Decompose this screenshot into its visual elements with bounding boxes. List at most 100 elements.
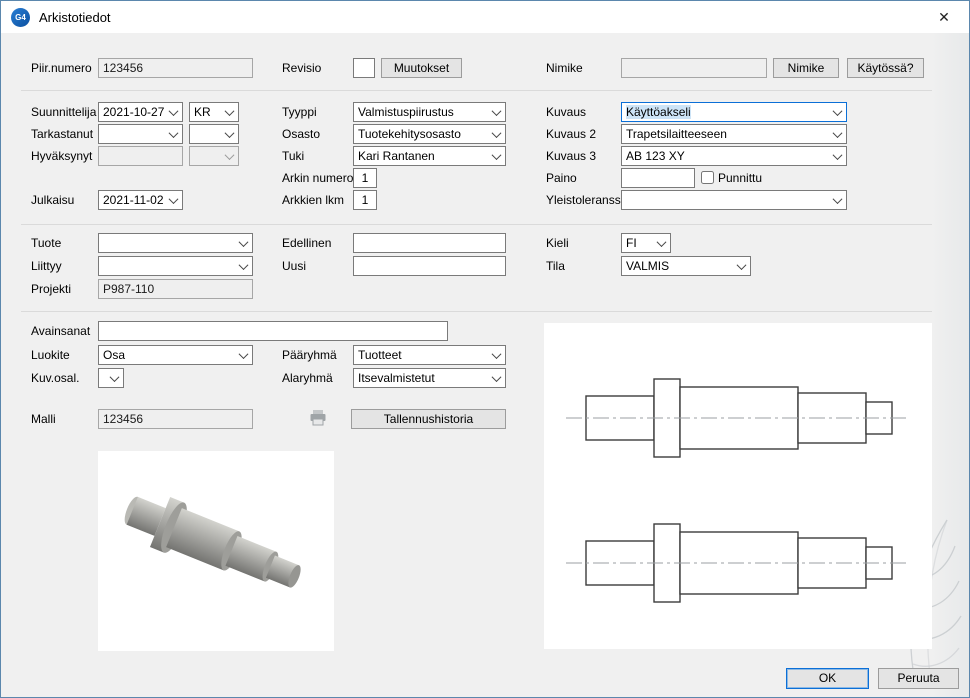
liittyy-combobox[interactable] — [98, 256, 253, 276]
chevron-down-icon — [829, 103, 846, 121]
luokite-label: Luokite — [31, 345, 70, 365]
tuote-label: Tuote — [31, 233, 61, 253]
chevron-down-icon — [165, 103, 182, 121]
muutokset-button[interactable]: Muutokset — [381, 58, 462, 78]
combobox-value: 2021-10-27 — [99, 103, 165, 121]
combobox-value-selected: Käyttöakseli — [626, 105, 691, 119]
nimike-label: Nimike — [546, 58, 583, 78]
kuvaus-label: Kuvaus — [546, 102, 586, 122]
chevron-down-icon — [488, 125, 505, 143]
separator — [21, 311, 932, 312]
tarkastanut-sig-combobox[interactable] — [189, 124, 239, 144]
combobox-value: Kari Rantanen — [354, 147, 488, 165]
paino-label: Paino — [546, 168, 577, 188]
tuote-combobox[interactable] — [98, 233, 253, 253]
kaytossa-button[interactable]: Käytössä? — [847, 58, 924, 78]
drawing-2d-preview — [544, 323, 932, 649]
piir-numero-field: 123456 — [98, 58, 253, 78]
combobox-value: Tuotteet — [354, 346, 488, 364]
tallennushistoria-button[interactable]: Tallennushistoria — [351, 409, 506, 429]
combobox-value: KR — [190, 103, 221, 121]
tarkastanut-label: Tarkastanut — [31, 124, 93, 144]
hyvaksynyt-date-field — [98, 146, 183, 166]
tuki-label: Tuki — [282, 146, 304, 166]
revisio-input[interactable] — [353, 58, 375, 78]
chevron-down-icon — [235, 234, 252, 252]
arkin-numero-label: Arkin numero — [282, 168, 353, 188]
ok-button[interactable]: OK — [786, 668, 869, 689]
kuv-osal-combobox[interactable] — [98, 368, 124, 388]
tila-label: Tila — [546, 256, 565, 276]
cancel-button[interactable]: Peruuta — [878, 668, 959, 689]
osasto-combobox[interactable]: Tuotekehitysosasto — [353, 124, 506, 144]
arkkien-lkm-input[interactable] — [353, 190, 377, 210]
avainsanat-label: Avainsanat — [31, 321, 90, 341]
suunnittelija-date-combobox[interactable]: 2021-10-27 — [98, 102, 183, 122]
chevron-down-icon — [829, 125, 846, 143]
kuvaus-combobox[interactable]: Käyttöakseli — [621, 102, 847, 122]
edellinen-label: Edellinen — [282, 233, 331, 253]
uusi-input[interactable] — [353, 256, 506, 276]
kuvaus2-combobox[interactable]: Trapetsilaitteeseen — [621, 124, 847, 144]
malli-label: Malli — [31, 409, 56, 429]
luokite-combobox[interactable]: Osa — [98, 345, 253, 365]
malli-field: 123456 — [98, 409, 253, 429]
chevron-down-icon — [235, 257, 252, 275]
print-icon[interactable] — [307, 407, 329, 429]
chevron-down-icon — [488, 346, 505, 364]
tuki-combobox[interactable]: Kari Rantanen — [353, 146, 506, 166]
avainsanat-input[interactable] — [98, 321, 448, 341]
kuvaus2-label: Kuvaus 2 — [546, 124, 596, 144]
projekti-label: Projekti — [31, 279, 71, 299]
combobox-value: FI — [622, 234, 653, 252]
chevron-down-icon — [829, 147, 846, 165]
window-title: Arkistotiedot — [39, 10, 111, 25]
close-icon[interactable]: ✕ — [929, 6, 959, 28]
paaryhma-combobox[interactable]: Tuotteet — [353, 345, 506, 365]
julkaisu-date-combobox[interactable]: 2021-11-02 — [98, 190, 183, 210]
model-3d-preview — [98, 451, 334, 651]
combobox-value: VALMIS — [622, 257, 733, 275]
suunnittelija-sig-combobox[interactable]: KR — [189, 102, 239, 122]
paino-input[interactable] — [621, 168, 695, 188]
chevron-down-icon — [733, 257, 750, 275]
chevron-down-icon — [165, 125, 182, 143]
nimike-button[interactable]: Nimike — [773, 58, 839, 78]
yleistoleranssi-combobox[interactable] — [621, 190, 847, 210]
julkaisu-label: Julkaisu — [31, 190, 74, 210]
combobox-value: AB 123 XY — [622, 147, 829, 165]
alaryhma-combobox[interactable]: Itsevalmistetut — [353, 368, 506, 388]
combobox-value — [190, 147, 221, 165]
separator — [21, 224, 932, 225]
kieli-combobox[interactable]: FI — [621, 233, 671, 253]
revisio-label: Revisio — [282, 58, 321, 78]
kuv-osal-label: Kuv.osal. — [31, 368, 79, 388]
tila-combobox[interactable]: VALMIS — [621, 256, 751, 276]
nimike-field — [621, 58, 767, 78]
chevron-down-icon — [488, 369, 505, 387]
combobox-value — [99, 125, 165, 143]
chevron-down-icon — [221, 103, 238, 121]
combobox-value — [622, 191, 829, 209]
combobox-value: Tuotekehitysosasto — [354, 125, 488, 143]
suunnittelija-label: Suunnittelija — [31, 102, 96, 122]
uusi-label: Uusi — [282, 256, 306, 276]
tyyppi-combobox[interactable]: Valmistuspiirustus — [353, 102, 506, 122]
chevron-down-icon — [106, 369, 123, 387]
liittyy-label: Liittyy — [31, 256, 62, 276]
kuvaus3-label: Kuvaus 3 — [546, 146, 596, 166]
edellinen-input[interactable] — [353, 233, 506, 253]
kieli-label: Kieli — [546, 233, 569, 253]
kuvaus3-combobox[interactable]: AB 123 XY — [621, 146, 847, 166]
combobox-value — [99, 257, 235, 275]
tarkastanut-date-combobox[interactable] — [98, 124, 183, 144]
chevron-down-icon — [235, 346, 252, 364]
arkin-numero-input[interactable] — [353, 168, 377, 188]
chevron-down-icon — [165, 191, 182, 209]
app-logo-icon: G4 — [11, 8, 30, 27]
chevron-down-icon — [488, 147, 505, 165]
arkistotiedot-dialog: G4 Arkistotiedot ✕ Piir.numero 123456 Re… — [0, 0, 970, 698]
punnittu-label: Punnittu — [718, 168, 762, 188]
punnittu-checkbox[interactable] — [701, 171, 714, 184]
separator — [21, 90, 932, 91]
